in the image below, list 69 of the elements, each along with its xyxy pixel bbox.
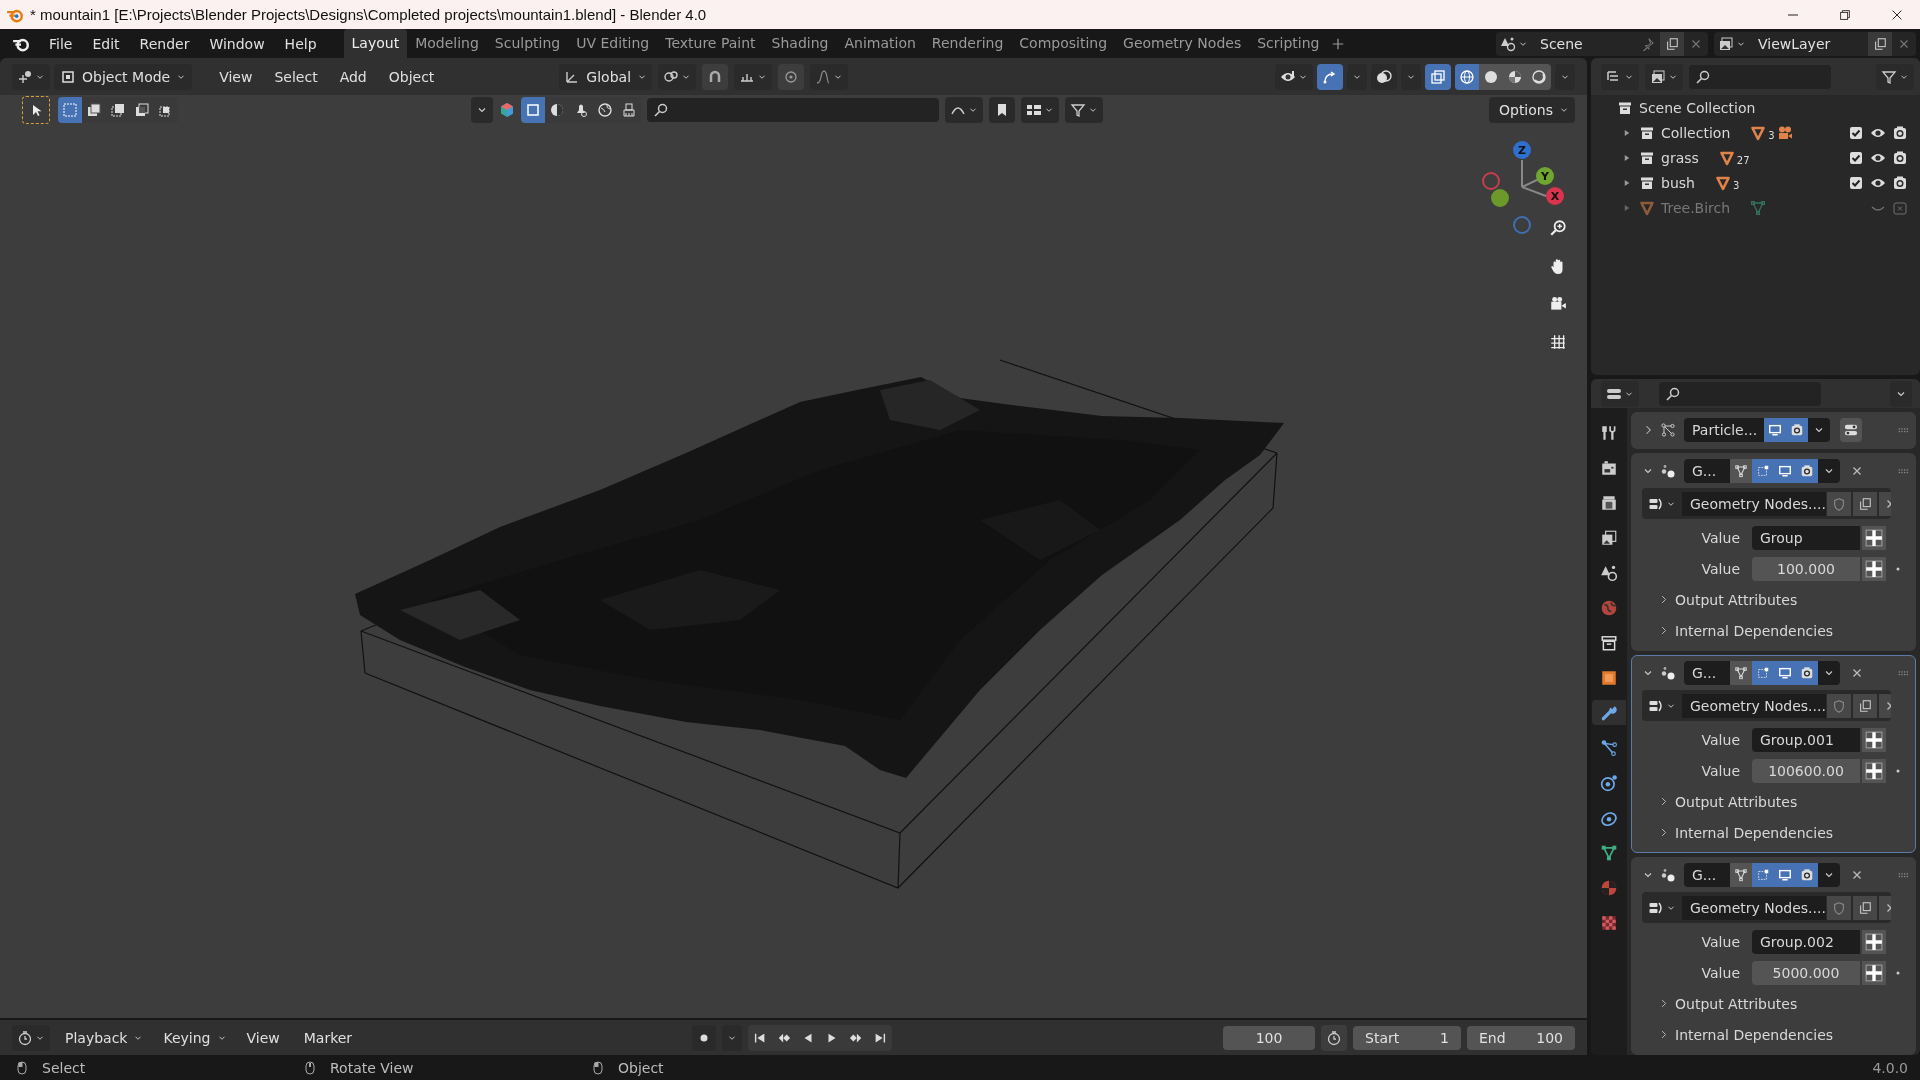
subpanel-header[interactable]: Internal Dependencies	[1675, 622, 1834, 639]
start-frame-field[interactable]: Start 1	[1353, 1025, 1461, 1050]
menu-item[interactable]: Render	[130, 32, 199, 55]
workspace-tab[interactable]: UV Editing	[568, 29, 658, 58]
workspace-tab[interactable]: Texture Paint	[657, 29, 764, 58]
field-label: Value	[1700, 560, 1741, 577]
menu-item[interactable]: Keying	[154, 1024, 232, 1051]
field-label: Value	[1700, 762, 1741, 779]
menu-item[interactable]: Object	[379, 65, 444, 88]
workspace-tab[interactable]: Rendering	[923, 29, 1012, 58]
outliner-item[interactable]: grass	[1661, 149, 1699, 166]
menu-item[interactable]: Marker	[294, 1024, 362, 1051]
text-field[interactable]: Group.001	[1752, 727, 1860, 752]
options-dropdown[interactable]: Options	[1488, 97, 1575, 123]
object-count: 3	[1732, 179, 1740, 191]
field-label: Value	[1700, 731, 1741, 748]
workspace-tab[interactable]: Sculpting	[486, 29, 569, 58]
workspace-tab[interactable]: Layout	[343, 29, 408, 58]
workspace-tab[interactable]: Scripting	[1249, 29, 1328, 58]
node-group-field[interactable]: Geometry Nodes....	[1682, 693, 1826, 718]
menu-item[interactable]: Window	[200, 32, 274, 55]
node-group-field[interactable]: Geometry Nodes....	[1682, 895, 1826, 920]
status-hint: Select	[42, 1059, 86, 1076]
number-field[interactable]: 100.000	[1752, 556, 1860, 581]
status-hint: Object	[618, 1059, 664, 1076]
modifier-name-field[interactable]: G...	[1684, 665, 1730, 681]
orientation-dropdown[interactable]: Global	[559, 63, 653, 90]
workspace-tab[interactable]: Shading	[763, 29, 837, 58]
outliner-item[interactable]: Scene Collection	[1639, 99, 1756, 116]
field-label: Value	[1700, 933, 1741, 950]
menu-item[interactable]: Help	[275, 32, 326, 55]
subpanel-header[interactable]: Internal Dependencies	[1675, 1026, 1834, 1043]
node-group-field[interactable]: Geometry Nodes....	[1682, 491, 1826, 516]
subpanel-header[interactable]: Output Attributes	[1675, 793, 1798, 810]
menu-item[interactable]: Add	[330, 65, 376, 88]
menu-item[interactable]: File	[40, 32, 82, 55]
outliner-item[interactable]: bush	[1661, 174, 1695, 191]
field-label: Value	[1700, 529, 1741, 546]
workspace-tab[interactable]: Geometry Nodes	[1115, 29, 1250, 58]
version-label: 4.0.0	[1872, 1059, 1908, 1076]
object-count: 3	[1768, 129, 1775, 141]
menu-item[interactable]: View	[237, 1024, 289, 1051]
menu-item[interactable]: View	[210, 65, 262, 88]
axis-label: X	[1550, 190, 1560, 203]
menu-item[interactable]: Edit	[83, 32, 129, 55]
number-field[interactable]: 5000.000	[1752, 960, 1860, 985]
menu-item[interactable]: Select	[265, 65, 327, 88]
subpanel-header[interactable]: Output Attributes	[1675, 591, 1798, 608]
workspace-tab[interactable]: Modeling	[407, 29, 487, 58]
outliner-item[interactable]: Collection	[1661, 124, 1731, 141]
subpanel-header[interactable]: Internal Dependencies	[1675, 824, 1834, 841]
text-field[interactable]: Group	[1752, 525, 1860, 550]
status-hint: Rotate View	[330, 1059, 414, 1076]
modifier-name-field[interactable]: G...	[1684, 463, 1730, 479]
modifier-name-field[interactable]: G...	[1684, 867, 1730, 883]
current-frame-field[interactable]: 100	[1223, 1025, 1315, 1050]
mode-dropdown[interactable]: Object Mode	[54, 63, 193, 90]
axis-label: Z	[1518, 144, 1526, 157]
menu-item[interactable]: Playback	[56, 1024, 149, 1051]
end-frame-field[interactable]: End 100	[1467, 1025, 1575, 1050]
number-field[interactable]: 100600.00	[1752, 758, 1860, 783]
workspace-tab[interactable]: Compositing	[1011, 29, 1116, 58]
object-count: 27	[1736, 154, 1750, 166]
axis-label: Y	[1541, 170, 1549, 183]
subpanel-header[interactable]: Output Attributes	[1675, 995, 1798, 1012]
text-field[interactable]: Group.002	[1752, 929, 1860, 954]
window-title: * mountain1 [E:\Projects\Blender Projects\Designs\Completed projects\mountain1.blend] - Blender 4.0	[30, 6, 707, 23]
field-label: Value	[1700, 964, 1741, 981]
workspace-tab[interactable]: Animation	[836, 29, 924, 58]
